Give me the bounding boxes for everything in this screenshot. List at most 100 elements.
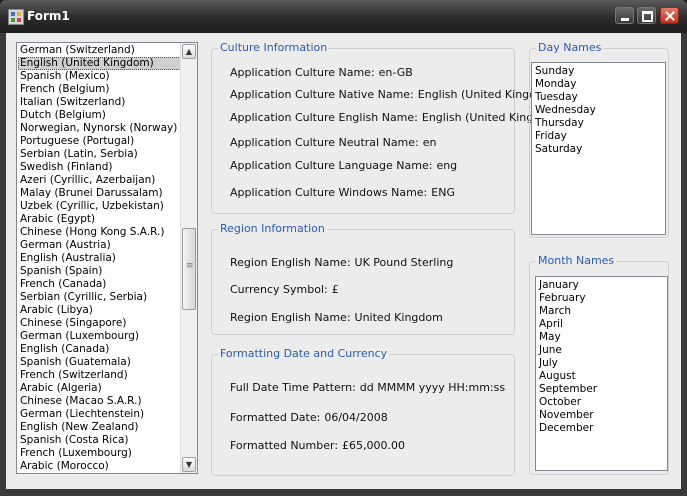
day-name-item[interactable]: Wednesday [532,104,665,117]
month-name-item[interactable]: October [536,396,667,409]
culture-name-value: en-GB [378,66,413,79]
culture-list-item[interactable]: Arabic (Morocco) [18,460,181,473]
region-info-legend: Region Information [218,222,327,236]
chevron-up-icon: ▲ [185,47,193,56]
day-name-item[interactable]: Sunday [532,65,665,78]
language-name-line: Application Culture Language Name: eng [230,159,457,172]
culture-list-item[interactable]: Serbian (Cyrillic, Serbia) [18,291,181,304]
month-name-item[interactable]: September [536,383,667,396]
culture-list-item[interactable]: Arabic (Libya) [18,304,181,317]
day-names-legend: Day Names [536,41,604,55]
month-names-listbox[interactable]: January February March April May June July Augu… [535,276,668,471]
culture-list-item[interactable]: Arabic (Algeria) [18,382,181,395]
formatted-number-label: Formatted Number: [230,439,339,452]
culture-list-item[interactable]: French (Switzerland) [18,369,181,382]
app-window-icon[interactable] [8,9,24,25]
month-names-legend: Month Names [536,254,617,268]
formatted-date-label: Formatted Date: [230,411,321,424]
culture-name-label: Application Culture Name: [230,66,375,79]
culture-list-item[interactable]: French (Canada) [18,278,181,291]
culture-list-item[interactable]: Portuguese (Portugal) [18,135,181,148]
culture-list-item[interactable]: Malay (Brunei Darussalam) [18,187,181,200]
day-name-item[interactable]: Thursday [532,117,665,130]
english-name-line: Application Culture English Name: English… [230,111,562,124]
language-name-value: eng [436,159,458,172]
culture-list-item[interactable]: Uzbek (Cyrillic, Uzbekistan) [18,200,181,213]
formatted-date-line: Formatted Date: 06/04/2008 [230,411,388,424]
culture-list-item[interactable]: German (Luxembourg) [18,330,181,343]
english-name-label: Application Culture English Name: [230,111,418,124]
formatted-date-value: 06/04/2008 [324,411,388,424]
culture-list-items: German (Switzerland) English (United King… [18,44,181,473]
culture-list-item[interactable]: English (New Zealand) [18,421,181,434]
culture-list-item[interactable]: German (Switzerland) [18,44,181,57]
culture-list-item[interactable]: Chinese (Macao S.A.R.) [18,395,181,408]
scroll-up-button[interactable]: ▲ [182,44,196,59]
datetime-pattern-line: Full Date Time Pattern: dd MMMM yyyy HH:m… [230,381,505,394]
culture-list-item[interactable]: Spanish (Costa Rica) [18,434,181,447]
neutral-name-line: Application Culture Neutral Name: en [230,136,437,149]
culture-list-item[interactable]: Italian (Switzerland) [18,96,181,109]
region-name-line: Region English Name: United Kingdom [230,311,443,324]
culture-list-item[interactable]: Spanish (Spain) [18,265,181,278]
scroll-down-button[interactable]: ▼ [182,457,196,472]
day-names-listbox[interactable]: Sunday Monday Tuesday Wednesday Thursday Frid… [531,62,666,235]
chevron-down-icon: ▼ [185,460,193,469]
native-name-line: Application Culture Native Name: English … [230,88,558,101]
culture-list-item[interactable]: English (Australia) [18,252,181,265]
title-bar[interactable]: Form1 [0,0,687,33]
day-name-item[interactable]: Saturday [532,143,665,156]
neutral-name-value: en [422,136,437,149]
culture-list-item[interactable]: Spanish (Mexico) [18,70,181,83]
formatted-number-line: Formatted Number: £65,000.00 [230,439,405,452]
region-name-value: United Kingdom [354,311,443,324]
scroll-thumb[interactable] [182,228,196,310]
culture-list-item[interactable]: French (Luxembourg) [18,447,181,460]
culture-list-item[interactable]: English (United Kingdom) [18,57,181,70]
culture-list-item[interactable]: German (Austria) [18,239,181,252]
culture-list-item[interactable]: Swedish (Finland) [18,161,181,174]
region-currency-value: UK Pound Sterling [354,256,454,269]
culture-list-item[interactable]: Norwegian, Nynorsk (Norway) [18,122,181,135]
datetime-pattern-value: dd MMMM yyyy HH:mm:ss [359,381,506,394]
culture-listbox[interactable]: German (Switzerland) English (United King… [16,42,198,474]
maximize-button[interactable] [637,7,656,24]
culture-list-item[interactable]: German (Liechtenstein) [18,408,181,421]
currency-symbol-label: Currency Symbol: [230,283,328,296]
month-name-item[interactable]: April [536,318,667,331]
culture-list-item[interactable]: Arabic (Egypt) [18,213,181,226]
month-name-item[interactable]: May [536,331,667,344]
culture-list-item[interactable]: Chinese (Singapore) [18,317,181,330]
day-name-item[interactable]: Tuesday [532,91,665,104]
culture-list-item[interactable]: Spanish (Guatemala) [18,356,181,369]
neutral-name-label: Application Culture Neutral Name: [230,136,419,149]
culture-list-item[interactable]: Dutch (Belgium) [18,109,181,122]
culture-list-item[interactable]: English (Canada) [18,343,181,356]
month-name-item[interactable]: December [536,422,667,435]
culture-list-item[interactable]: Serbian (Latin, Serbia) [18,148,181,161]
month-name-item[interactable]: June [536,344,667,357]
window-title: Form1 [27,9,70,23]
month-name-item[interactable]: November [536,409,667,422]
windows-name-line: Application Culture Windows Name: ENG [230,186,455,199]
culture-list-item[interactable]: French (Belgium) [18,83,181,96]
culture-info-legend: Culture Information [218,41,330,55]
culture-list-item[interactable]: Azeri (Cyrillic, Azerbaijan) [18,174,181,187]
language-name-label: Application Culture Language Name: [230,159,433,172]
month-name-item[interactable]: February [536,292,667,305]
close-button[interactable] [660,7,679,24]
culture-name-line: Application Culture Name: en-GB [230,66,413,79]
currency-symbol-value: £ [331,283,339,296]
windows-name-label: Application Culture Windows Name: [230,186,428,199]
month-name-item[interactable]: July [536,357,667,370]
day-name-item[interactable]: Monday [532,78,665,91]
app-window: Form1 German (Switzerland) English (Unite… [0,0,687,496]
day-name-item[interactable]: Friday [532,130,665,143]
region-currency-line: Region English Name: UK Pound Sterling [230,256,453,269]
culture-list-item[interactable]: Chinese (Hong Kong S.A.R.) [18,226,181,239]
month-name-item[interactable]: March [536,305,667,318]
month-name-item[interactable]: August [536,370,667,383]
culture-list-scrollbar[interactable]: ▲ ▼ [180,43,197,473]
minimize-button[interactable] [615,7,634,24]
month-name-item[interactable]: January [536,279,667,292]
